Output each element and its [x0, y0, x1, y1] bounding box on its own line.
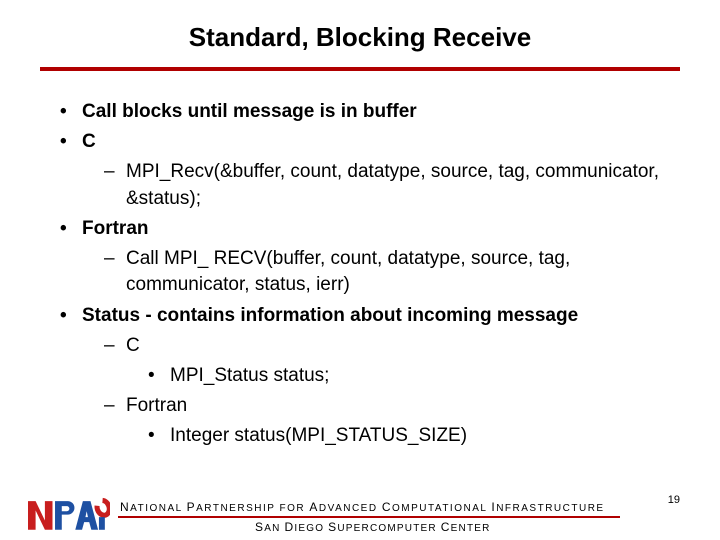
- ft1-p4: A: [309, 500, 319, 514]
- ft2-p0: S: [255, 520, 264, 534]
- bullet-4-2-text: Fortran: [126, 395, 187, 416]
- bullet-4-1-1: MPI_Status status;: [148, 363, 672, 389]
- footer: NATIONAL PARTNERSHIP FOR ADVANCED COMPUT…: [0, 486, 720, 540]
- bullet-4-1: C MPI_Status status;: [104, 333, 672, 389]
- sublist-4-1: MPI_Status status;: [148, 363, 672, 389]
- bullet-1: Call blocks until message is in buffer: [60, 99, 672, 125]
- ft1-p5: DVANCED: [319, 503, 382, 514]
- bullet-4: Status - contains information about inco…: [60, 303, 672, 450]
- ft2-p6: C: [441, 520, 451, 534]
- bullet-3-text: Fortran: [82, 218, 149, 239]
- footer-line-2: SAN DIEGO SUPERCOMPUTER CENTER: [255, 520, 491, 534]
- footer-rule: [118, 516, 620, 518]
- bullet-4-1-text: C: [126, 335, 140, 356]
- ft2-p5: UPERCOMPUTER: [337, 523, 440, 534]
- slide: Standard, Blocking Receive Call blocks u…: [0, 0, 720, 540]
- ft1-p9: NFRASTRUCTURE: [496, 503, 604, 514]
- ft2-p7: ENTER: [451, 523, 491, 534]
- bullet-3: Fortran Call MPI_ RECV(buffer, count, da…: [60, 216, 672, 299]
- ft2-p2: D: [285, 520, 295, 534]
- content-area: Call blocks until message is in buffer C…: [0, 71, 720, 450]
- ft1-p1: ATIONAL: [130, 503, 186, 514]
- ft2-p4: S: [328, 520, 337, 534]
- footer-line-1: NATIONAL PARTNERSHIP FOR ADVANCED COMPUT…: [120, 500, 605, 514]
- ft1-p7: OMPUTATIONAL: [392, 503, 491, 514]
- ft1-p2: P: [187, 500, 197, 514]
- bullet-4-2-1: Integer status(MPI_STATUS_SIZE): [148, 423, 672, 449]
- bullet-2-text: C: [82, 131, 96, 152]
- bullet-3-1: Call MPI_ RECV(buffer, count, datatype, …: [104, 246, 672, 298]
- ft1-p3: ARTNERSHIP FOR: [196, 503, 309, 514]
- ft2-p1: AN: [264, 523, 284, 534]
- sublist-4-2: Integer status(MPI_STATUS_SIZE): [148, 423, 672, 449]
- sublist-4: C MPI_Status status; Fortran Integer sta…: [104, 333, 672, 450]
- bullet-2: C MPI_Recv(&buffer, count, datatype, sou…: [60, 129, 672, 212]
- sublist-3: Call MPI_ RECV(buffer, count, datatype, …: [104, 246, 672, 298]
- npaci-logo: [22, 496, 110, 534]
- ft1-p0: N: [120, 500, 130, 514]
- bullet-4-2: Fortran Integer status(MPI_STATUS_SIZE): [104, 393, 672, 449]
- ft2-p3: IEGO: [294, 523, 328, 534]
- sublist-2: MPI_Recv(&buffer, count, datatype, sourc…: [104, 159, 672, 211]
- page-number: 19: [668, 494, 680, 506]
- bullet-4-text: Status - contains information about inco…: [82, 305, 578, 326]
- slide-title: Standard, Blocking Receive: [0, 0, 720, 53]
- bullet-list: Call blocks until message is in buffer C…: [60, 99, 672, 450]
- ft1-p6: C: [382, 500, 392, 514]
- bullet-2-1: MPI_Recv(&buffer, count, datatype, sourc…: [104, 159, 672, 211]
